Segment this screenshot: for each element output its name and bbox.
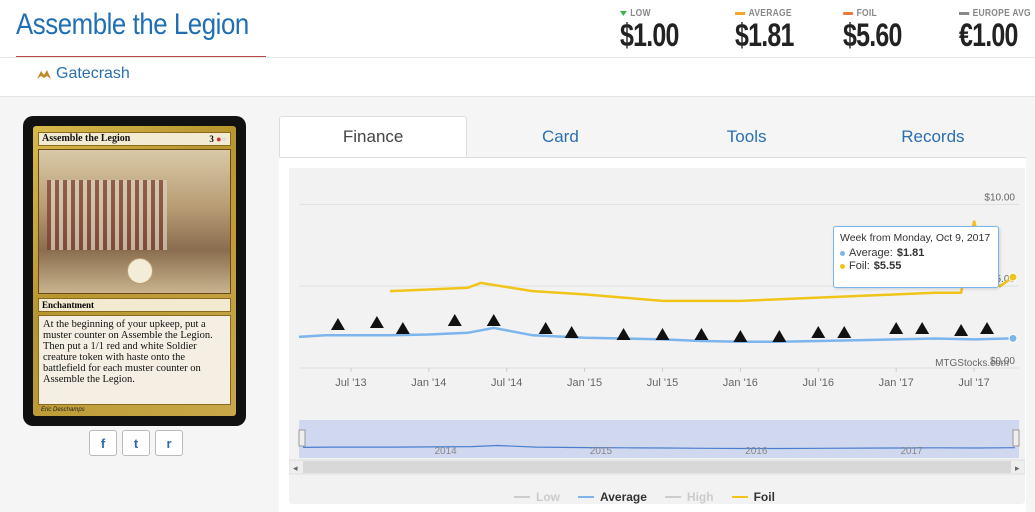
tab-finance[interactable]: Finance xyxy=(279,116,468,157)
average-dot-icon xyxy=(840,250,845,256)
chart-credit: MTGStocks.com xyxy=(935,358,1009,369)
legend-item-low[interactable]: Low xyxy=(514,490,560,504)
price-average: AVERAGE $1.81 xyxy=(735,8,835,54)
set-symbol-icon xyxy=(486,314,501,326)
gatecrash-set-icon xyxy=(37,70,51,79)
y-tick-label: $10.00 xyxy=(984,192,1015,203)
x-tick-label: Jan '14 xyxy=(411,377,446,389)
navigator-year-label: 2017 xyxy=(900,446,923,457)
price-europe: EUROPE AVG €1.00 xyxy=(959,8,1035,54)
navigator-handle-right[interactable] xyxy=(1012,429,1020,447)
tab-bar: Finance Card Tools Records xyxy=(279,116,1026,158)
set-symbol-icon xyxy=(369,316,384,328)
tab-records[interactable]: Records xyxy=(840,116,1026,157)
header-divider xyxy=(0,57,1035,58)
legend-item-high[interactable]: High xyxy=(664,490,714,504)
navigator-year-label: 2016 xyxy=(745,446,768,457)
emblem-icon xyxy=(127,258,153,284)
scroll-right-icon[interactable]: ▸ xyxy=(1015,463,1020,473)
set-symbol-icon xyxy=(447,314,462,326)
card-artist: Eric Deschamps xyxy=(41,407,85,413)
set-symbol-icon xyxy=(954,324,969,336)
set-symbol-icon xyxy=(564,326,579,338)
set-symbol-icon xyxy=(811,326,826,338)
price-foil: FOIL $5.60 xyxy=(843,8,943,54)
europe-bar-icon xyxy=(959,12,970,15)
reddit-share-button[interactable]: r xyxy=(155,430,183,456)
tooltip-average-value: $1.81 xyxy=(896,247,925,259)
series-foil-point[interactable] xyxy=(1008,272,1018,282)
card-rules-text: At the beginning of your upkeep, put a m… xyxy=(38,315,231,405)
x-tick-label: Jul '15 xyxy=(647,377,678,389)
navigator-year-label: 2015 xyxy=(590,446,613,457)
tooltip-header: Week from Monday, Oct 9, 2017 xyxy=(840,232,991,244)
card-title: Assemble the Legion xyxy=(16,8,249,41)
chart-tooltip: Week from Monday, Oct 9, 2017 Average: $… xyxy=(833,226,999,288)
price-low: LOW $1.00 xyxy=(620,8,720,54)
price-europe-value: €1.00 xyxy=(959,17,1018,53)
mana-cost: 3 ●● xyxy=(209,134,227,144)
set-symbol-icon xyxy=(772,330,787,342)
card-image: Assemble the Legion 3 ●● Enchantment At … xyxy=(23,116,246,426)
x-tick-label: Jul '13 xyxy=(335,377,366,389)
set-symbol-icon xyxy=(915,322,930,334)
set-symbol-icon xyxy=(889,322,904,334)
price-chart: $5.00 $10.00 $0.00 Jul '13 Jan '14 Jul '14 Jan… xyxy=(279,158,1026,512)
set-symbol-icon xyxy=(980,322,995,334)
set-symbol-icon xyxy=(616,328,631,340)
tooltip-foil-value: $5.55 xyxy=(873,260,902,272)
scroll-left-icon[interactable]: ◂ xyxy=(293,463,298,473)
x-tick-label: Jul '16 xyxy=(803,377,834,389)
price-average-value: $1.81 xyxy=(735,17,794,53)
set-symbol-icon xyxy=(837,326,852,338)
navigator-year-label: 2014 xyxy=(434,446,457,457)
set-symbol-icon xyxy=(655,328,670,340)
set-symbol-icon xyxy=(330,318,345,330)
series-average-point[interactable] xyxy=(1008,333,1018,343)
foil-dot-icon xyxy=(840,263,845,269)
set-link[interactable]: Gatecrash xyxy=(36,65,130,83)
x-tick-label: Jan '17 xyxy=(879,377,914,389)
twitter-icon: t xyxy=(133,435,139,451)
price-low-value: $1.00 xyxy=(620,17,679,53)
set-name: Gatecrash xyxy=(56,65,130,82)
card-image-name: Assemble the Legion xyxy=(42,133,131,144)
x-tick-label: Jan '16 xyxy=(723,377,758,389)
set-symbol-icon xyxy=(538,322,553,334)
reddit-icon: r xyxy=(166,435,172,451)
facebook-icon: f xyxy=(100,435,106,451)
twitter-share-button[interactable]: t xyxy=(122,430,150,456)
tab-tools[interactable]: Tools xyxy=(654,116,840,157)
card-artwork xyxy=(38,149,231,294)
average-bar-icon xyxy=(735,12,746,15)
navigator-scrollbar-thumb[interactable] xyxy=(303,461,1011,473)
card-type-line: Enchantment xyxy=(38,298,231,312)
navigator-handle-left[interactable] xyxy=(298,429,306,447)
x-tick-label: Jan '15 xyxy=(567,377,602,389)
triangle-down-icon xyxy=(620,11,627,16)
x-tick-label: Jul '17 xyxy=(958,377,989,389)
chart-legend: Low Average High Foil xyxy=(514,490,775,504)
social-share-bar: f t r xyxy=(89,430,183,456)
legend-item-average[interactable]: Average xyxy=(578,490,647,504)
x-tick-label: Jul '14 xyxy=(491,377,522,389)
tab-card[interactable]: Card xyxy=(467,116,653,157)
foil-bar-icon xyxy=(843,12,854,15)
price-chart-svg[interactable]: $5.00$10.00$0.00Jul '13 Jan '14 Jul '14 Jan… xyxy=(288,168,1026,504)
facebook-share-button[interactable]: f xyxy=(89,430,117,456)
legend-item-foil[interactable]: Foil xyxy=(731,490,775,504)
set-symbol-icon xyxy=(733,330,748,342)
set-symbol-icon xyxy=(694,328,709,340)
set-symbol-icon xyxy=(395,322,410,334)
price-foil-value: $5.60 xyxy=(843,17,902,53)
